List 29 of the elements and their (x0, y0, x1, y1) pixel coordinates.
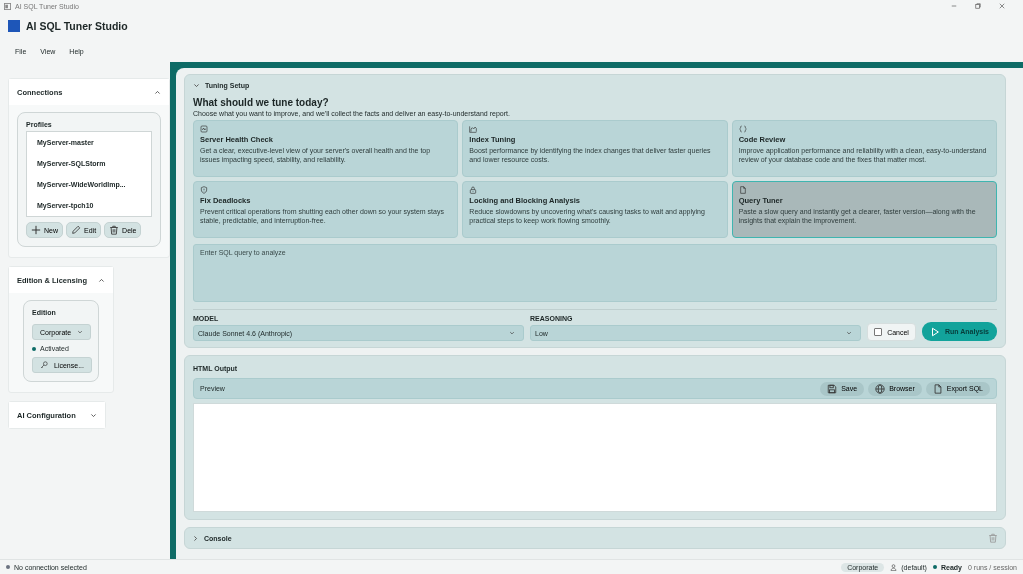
braces-icon (738, 125, 747, 133)
app-title: AI SQL Tuner Studio (26, 20, 128, 32)
plus-icon (31, 225, 41, 235)
trash-icon (109, 225, 120, 235)
status-dot (32, 346, 36, 351)
minimize-icon[interactable] (951, 3, 957, 9)
document-icon (932, 383, 943, 394)
chevron-icon (77, 329, 84, 335)
play-icon (929, 326, 940, 337)
globe-icon (875, 383, 886, 394)
status-dot (6, 565, 10, 569)
app-logo (8, 20, 20, 32)
chevron-icon (509, 330, 516, 336)
user-icon (890, 563, 898, 571)
key-icon (40, 361, 48, 369)
chart-icon (469, 125, 478, 133)
heading: What should we tune today? (193, 97, 330, 108)
pencil-icon (71, 225, 81, 235)
chevron-icon (846, 330, 853, 336)
app-icon (4, 2, 11, 10)
shield-icon (200, 186, 208, 194)
lock-icon (469, 186, 478, 194)
monitor-pulse-icon (200, 125, 208, 133)
trash-icon[interactable] (988, 533, 998, 543)
checkbox[interactable] (874, 328, 883, 336)
close-icon[interactable] (999, 3, 1005, 9)
document-icon (738, 186, 747, 194)
status-dot (932, 565, 937, 569)
restore-icon[interactable] (975, 3, 981, 9)
